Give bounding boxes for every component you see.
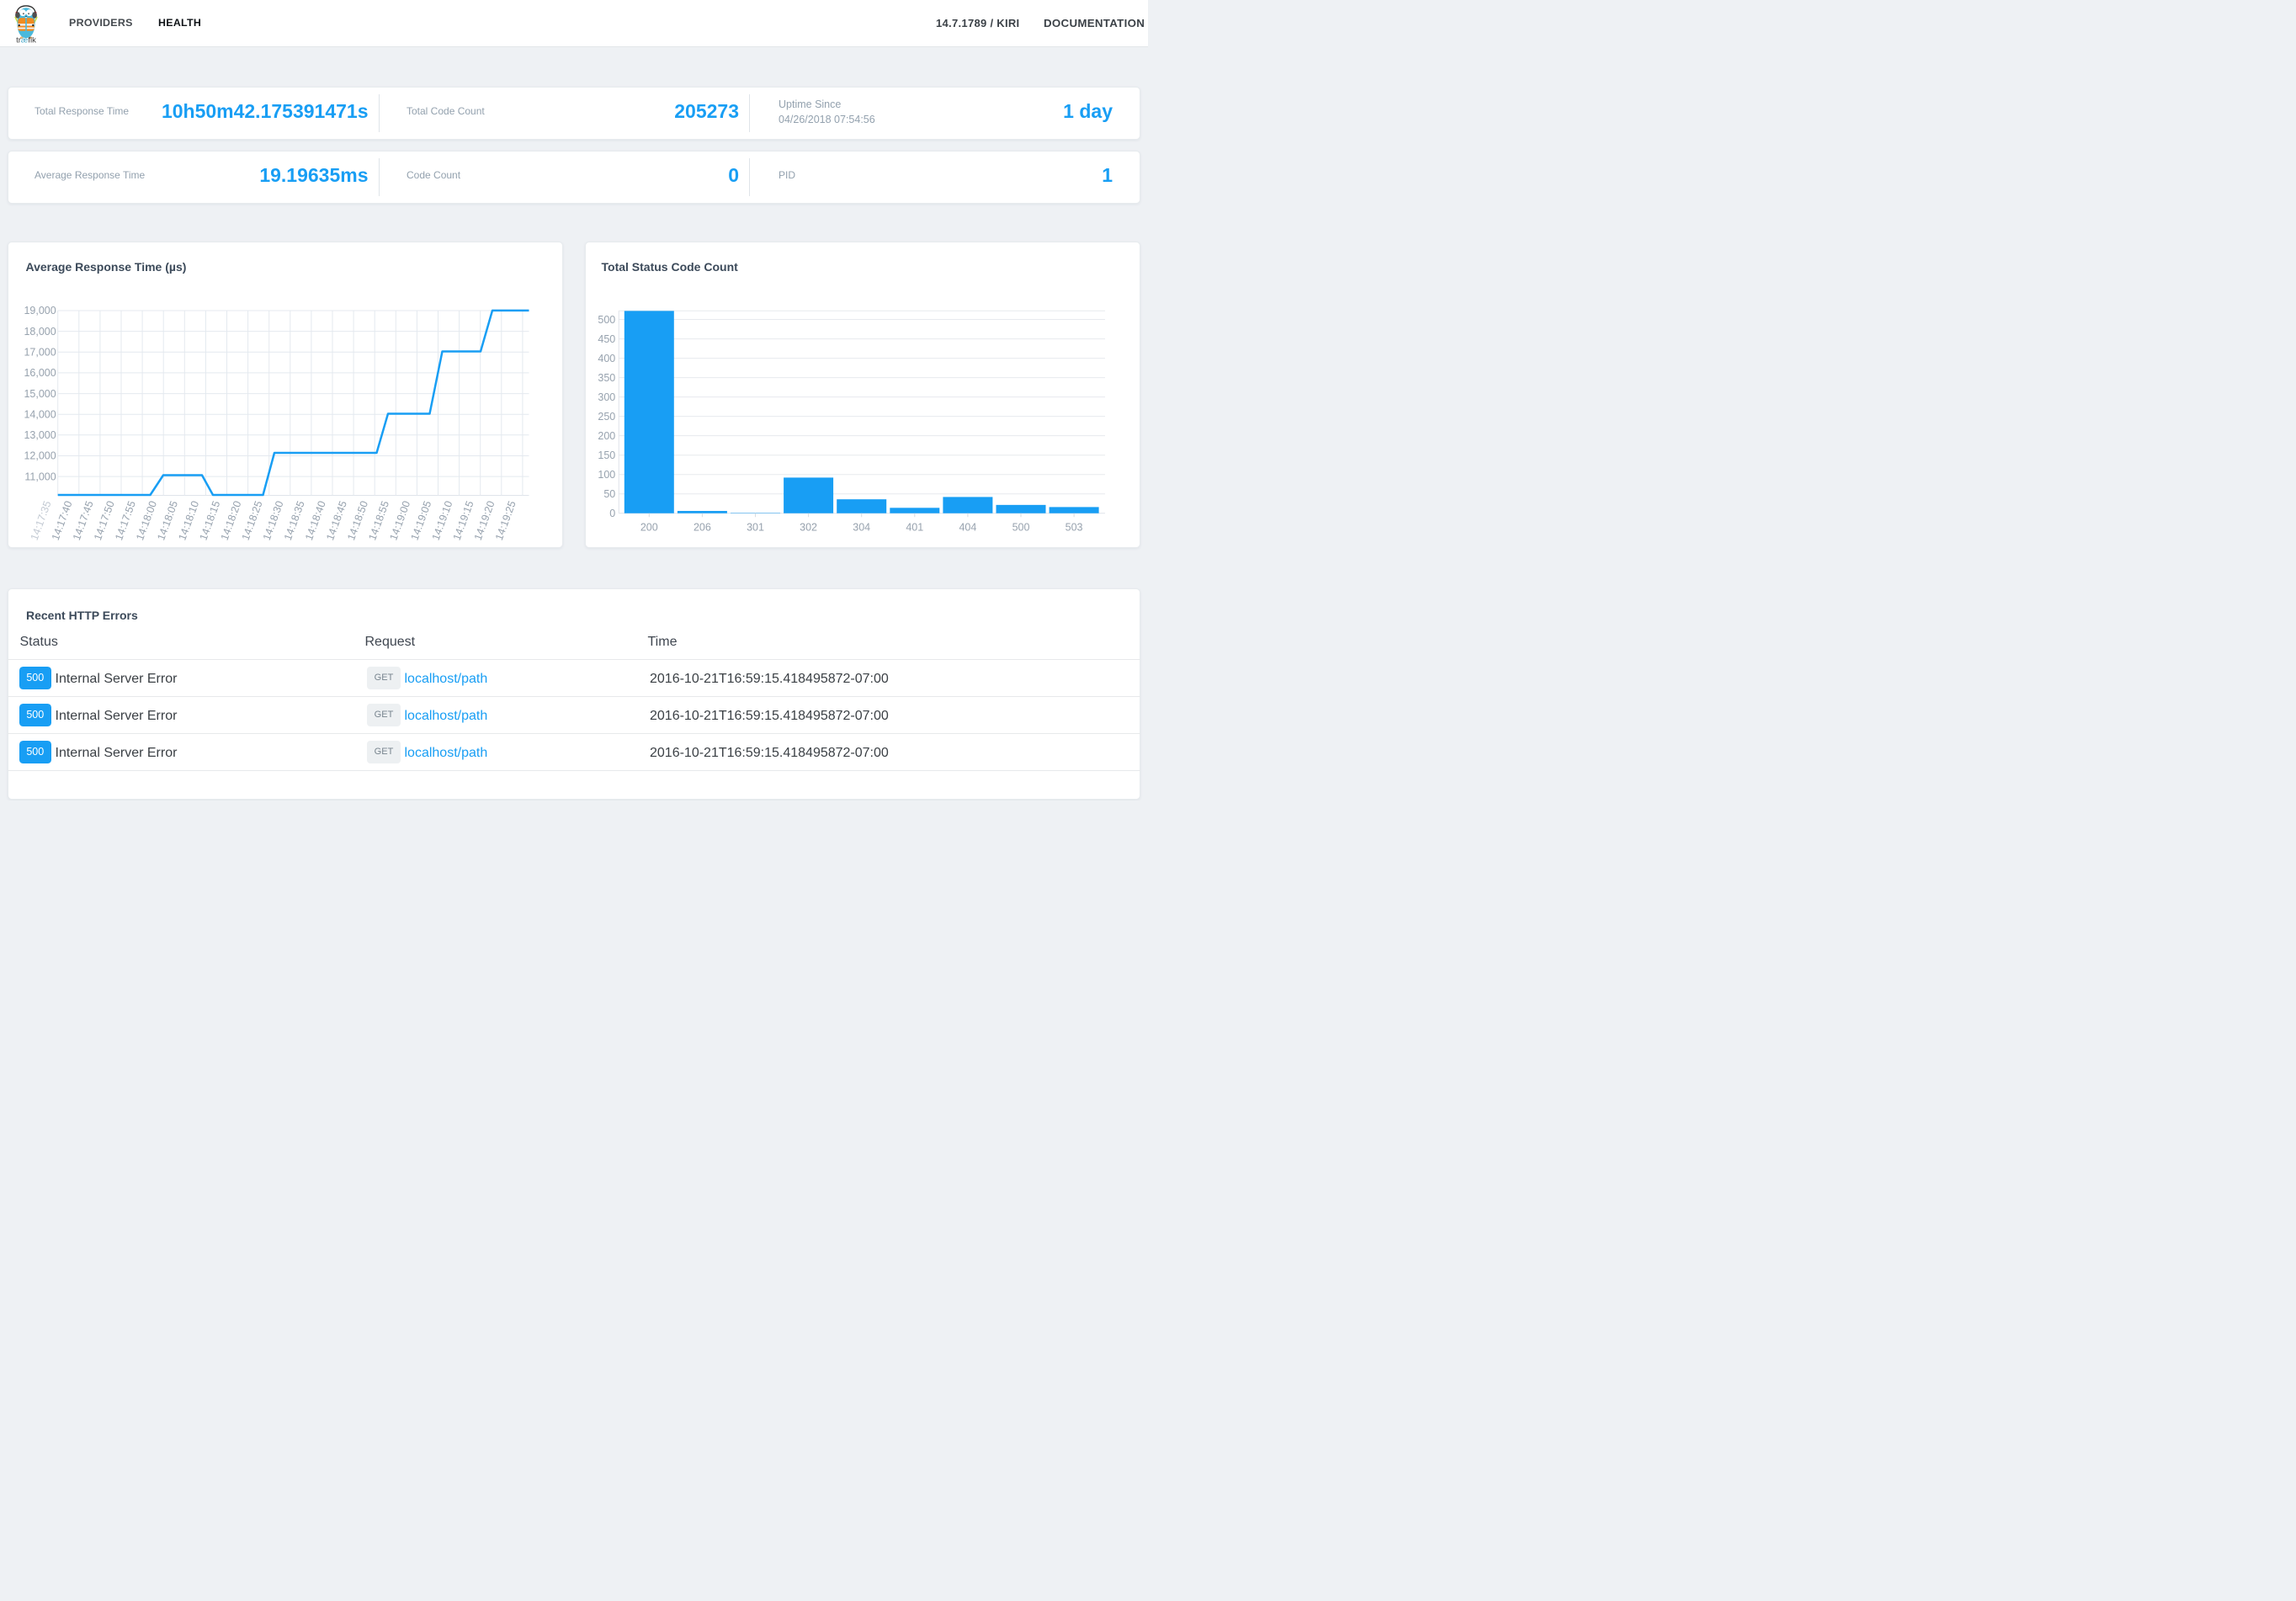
svg-text:150: 150 [598, 449, 615, 460]
svg-text:0: 0 [609, 507, 615, 519]
svg-text:14,000: 14,000 [24, 408, 56, 420]
svg-text:500: 500 [598, 313, 615, 325]
svg-text:13,000: 13,000 [24, 429, 56, 441]
svg-text:12,000: 12,000 [24, 449, 56, 461]
svg-text:400: 400 [598, 352, 615, 364]
svg-text:500: 500 [1012, 521, 1029, 533]
svg-text:250: 250 [598, 410, 615, 422]
svg-text:503: 503 [1065, 521, 1082, 533]
svg-text:200: 200 [598, 429, 615, 441]
svg-text:301: 301 [747, 521, 764, 533]
svg-text:træfik: træfik [16, 36, 36, 45]
svg-text:401: 401 [906, 521, 923, 533]
svg-text:450: 450 [598, 332, 615, 344]
svg-text:200: 200 [640, 521, 657, 533]
svg-text:404: 404 [959, 521, 976, 533]
svg-text:300: 300 [598, 391, 615, 402]
svg-text:16,000: 16,000 [24, 367, 56, 379]
svg-text:304: 304 [853, 521, 870, 533]
svg-text:18,000: 18,000 [24, 325, 56, 337]
svg-text:15,000: 15,000 [24, 387, 56, 399]
svg-text:17,000: 17,000 [24, 346, 56, 358]
svg-text:19,000: 19,000 [24, 305, 56, 316]
svg-text:302: 302 [800, 521, 817, 533]
svg-text:350: 350 [598, 371, 615, 383]
svg-text:100: 100 [598, 468, 615, 480]
svg-text:206: 206 [693, 521, 710, 533]
svg-text:14:19:25: 14:19:25 [493, 499, 518, 542]
svg-text:50: 50 [603, 487, 615, 499]
svg-text:11,000: 11,000 [24, 471, 56, 482]
